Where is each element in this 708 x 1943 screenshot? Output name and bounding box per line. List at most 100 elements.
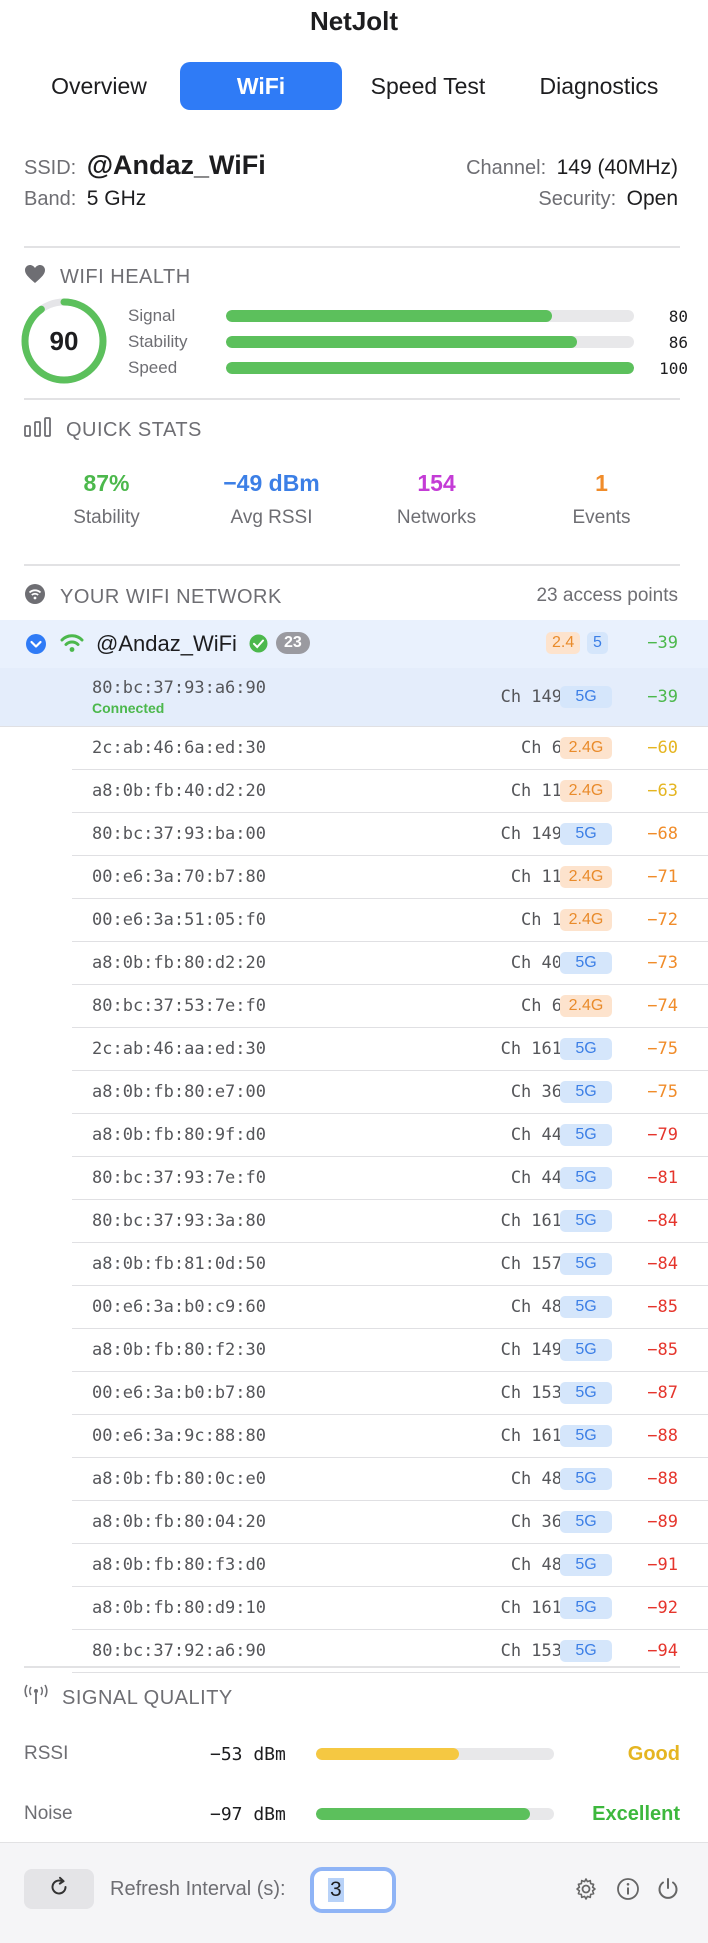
ap-mac-block: 80:bc:37:93:3a:80 <box>92 1211 266 1231</box>
ap-row[interactable]: a8:0b:fb:80:d2:20 Ch 40 5G −73 <box>72 942 708 985</box>
security-value: Open <box>626 187 678 210</box>
ap-mac: a8:0b:fb:80:d9:10 <box>92 1598 266 1618</box>
ap-mac-block: a8:0b:fb:80:d2:20 <box>92 953 266 973</box>
ap-mac-block: a8:0b:fb:80:d9:10 <box>92 1598 266 1618</box>
quick-stats-title: QUICK STATS <box>66 418 202 441</box>
ap-row[interactable]: 00:e6:3a:b0:c9:60 Ch 48 5G −85 <box>72 1286 708 1329</box>
ap-row[interactable]: 80:bc:37:93:a6:90 Connected Ch 149 5G −39 <box>0 668 708 727</box>
ap-mac: a8:0b:fb:80:f3:d0 <box>92 1555 266 1575</box>
ssid-label: SSID: <box>24 157 77 179</box>
ap-band-badge: 5G <box>560 1167 612 1189</box>
stat-events: 1 Events <box>519 470 684 529</box>
ap-rssi: −39 <box>647 687 678 707</box>
ap-channel: Ch 48 <box>510 1297 562 1317</box>
tab-speed-test[interactable]: Speed Test <box>348 62 508 110</box>
ap-row[interactable]: 00:e6:3a:b0:b7:80 Ch 153 5G −87 <box>72 1372 708 1415</box>
ap-row[interactable]: a8:0b:fb:80:e7:00 Ch 36 5G −75 <box>72 1071 708 1114</box>
tab-diagnostics[interactable]: Diagnostics <box>514 62 684 110</box>
ap-rssi: −88 <box>647 1426 678 1446</box>
ap-mac: a8:0b:fb:80:04:20 <box>92 1512 266 1532</box>
ap-band-badge: 5G <box>560 1210 612 1232</box>
ap-mac-block: a8:0b:fb:40:d2:20 <box>92 781 266 801</box>
ap-channel: Ch 153 <box>500 1383 562 1403</box>
ap-mac-block: 80:bc:37:93:a6:90 Connected <box>92 678 266 716</box>
ap-channel: Ch 11 <box>510 867 562 887</box>
refresh-interval-label: Refresh Interval (s): <box>110 1878 286 1900</box>
ap-band-badge: 5G <box>560 1554 612 1576</box>
ap-row[interactable]: a8:0b:fb:80:04:20 Ch 36 5G −89 <box>72 1501 708 1544</box>
info-icon[interactable] <box>616 1877 640 1906</box>
ap-row[interactable]: a8:0b:fb:80:9f:d0 Ch 44 5G −79 <box>72 1114 708 1157</box>
access-point-count: 23 access points <box>536 585 678 606</box>
divider <box>24 1666 680 1668</box>
best-rssi-value: −39 <box>647 633 678 653</box>
refresh-interval-input[interactable]: 3 <box>310 1867 396 1913</box>
ap-mac-block: 2c:ab:46:aa:ed:30 <box>92 1039 266 1059</box>
ap-row[interactable]: 00:e6:3a:70:b7:80 Ch 11 2.4G −71 <box>72 856 708 899</box>
ap-band-badge: 5G <box>560 1124 612 1146</box>
gear-icon[interactable] <box>574 1877 598 1906</box>
signal-bar-fill <box>316 1808 531 1820</box>
ap-mac: 00:e6:3a:b0:c9:60 <box>92 1297 266 1317</box>
ap-mac: 00:e6:3a:b0:b7:80 <box>92 1383 266 1403</box>
network-group-header[interactable]: @Andaz_WiFi 23 2.4 5 −39 <box>0 620 708 668</box>
ap-row[interactable]: 00:e6:3a:51:05:f0 Ch 1 2.4G −72 <box>72 899 708 942</box>
ap-band-badge: 5G <box>560 1296 612 1318</box>
stat-label: Stability <box>73 507 140 528</box>
signal-label: Noise <box>24 1803 73 1824</box>
ap-row[interactable]: a8:0b:fb:81:0d:50 Ch 157 5G −84 <box>72 1243 708 1286</box>
tab-wifi[interactable]: WiFi <box>180 62 342 110</box>
ap-rssi: −75 <box>647 1039 678 1059</box>
ap-mac: a8:0b:fb:80:0c:e0 <box>92 1469 266 1489</box>
ap-band-badge: 5G <box>560 952 612 974</box>
health-score-value: 90 <box>49 325 79 356</box>
metric-value: 80 <box>668 306 688 326</box>
ap-mac-block: 00:e6:3a:b0:b7:80 <box>92 1383 266 1403</box>
ap-channel: Ch 161 <box>500 1211 562 1231</box>
ap-row[interactable]: a8:0b:fb:80:0c:e0 Ch 48 5G −88 <box>72 1458 708 1501</box>
ap-row[interactable]: a8:0b:fb:80:f3:d0 Ch 48 5G −91 <box>72 1544 708 1587</box>
ap-row[interactable]: 2c:ab:46:aa:ed:30 Ch 161 5G −75 <box>72 1028 708 1071</box>
ap-rssi: −79 <box>647 1125 678 1145</box>
ap-band-badge: 5G <box>560 1382 612 1404</box>
ap-band-badge: 5G <box>560 1081 612 1103</box>
ap-row[interactable]: 80:bc:37:93:ba:00 Ch 149 5G −68 <box>72 813 708 856</box>
metric-label: Signal <box>128 306 176 325</box>
ap-rssi: −63 <box>647 781 678 801</box>
signal-value: −97 dBm <box>210 1803 286 1825</box>
ap-band-badge: 2.4G <box>560 866 612 888</box>
ap-channel: Ch 149 <box>500 1340 562 1360</box>
ap-row[interactable]: 00:e6:3a:9c:88:80 Ch 161 5G −88 <box>72 1415 708 1458</box>
refresh-button[interactable] <box>24 1869 94 1909</box>
ap-channel: Ch 149 <box>500 687 562 707</box>
ap-channel: Ch 11 <box>510 781 562 801</box>
ap-row[interactable]: 80:bc:37:93:7e:f0 Ch 44 5G −81 <box>72 1157 708 1200</box>
ap-channel: Ch 161 <box>500 1426 562 1446</box>
ap-mac: 80:bc:37:93:3a:80 <box>92 1211 266 1231</box>
signal-quality-header: SIGNAL QUALITY <box>24 1684 233 1712</box>
tab-overview[interactable]: Overview <box>24 62 174 110</box>
ap-row[interactable]: 80:bc:37:93:3a:80 Ch 161 5G −84 <box>72 1200 708 1243</box>
ap-channel: Ch 157 <box>500 1254 562 1274</box>
ap-channel: Ch 44 <box>510 1168 562 1188</box>
ap-mac-block: 80:bc:37:93:7e:f0 <box>92 1168 266 1188</box>
ap-row[interactable]: a8:0b:fb:80:d9:10 Ch 161 5G −92 <box>72 1587 708 1630</box>
ap-band-badge: 5G <box>560 1468 612 1490</box>
ap-row[interactable]: a8:0b:fb:40:d2:20 Ch 11 2.4G −63 <box>72 770 708 813</box>
chevron-down-icon[interactable] <box>25 633 47 660</box>
ap-row[interactable]: 80:bc:37:53:7e:f0 Ch 6 2.4G −74 <box>72 985 708 1028</box>
ap-row[interactable]: 2c:ab:46:6a:ed:30 Ch 6 2.4G −60 <box>72 727 708 770</box>
ap-mac: 80:bc:37:53:7e:f0 <box>92 996 266 1016</box>
your-network-header: YOUR WIFI NETWORK <box>24 583 282 611</box>
stat-label: Avg RSSI <box>230 507 313 528</box>
ap-mac: 80:bc:37:93:7e:f0 <box>92 1168 266 1188</box>
ap-mac-block: a8:0b:fb:80:f2:30 <box>92 1340 266 1360</box>
ap-row[interactable]: a8:0b:fb:80:f2:30 Ch 149 5G −85 <box>72 1329 708 1372</box>
access-point-list: 80:bc:37:93:a6:90 Connected Ch 149 5G −39 2c:… <box>0 668 708 1673</box>
ap-mac-block: 2c:ab:46:6a:ed:30 <box>92 738 266 758</box>
ap-mac-block: a8:0b:fb:81:0d:50 <box>92 1254 266 1274</box>
metric-label: Stability <box>128 332 188 351</box>
ap-mac: a8:0b:fb:80:9f:d0 <box>92 1125 266 1145</box>
ap-channel: Ch 161 <box>500 1598 562 1618</box>
power-icon[interactable] <box>656 1877 680 1906</box>
